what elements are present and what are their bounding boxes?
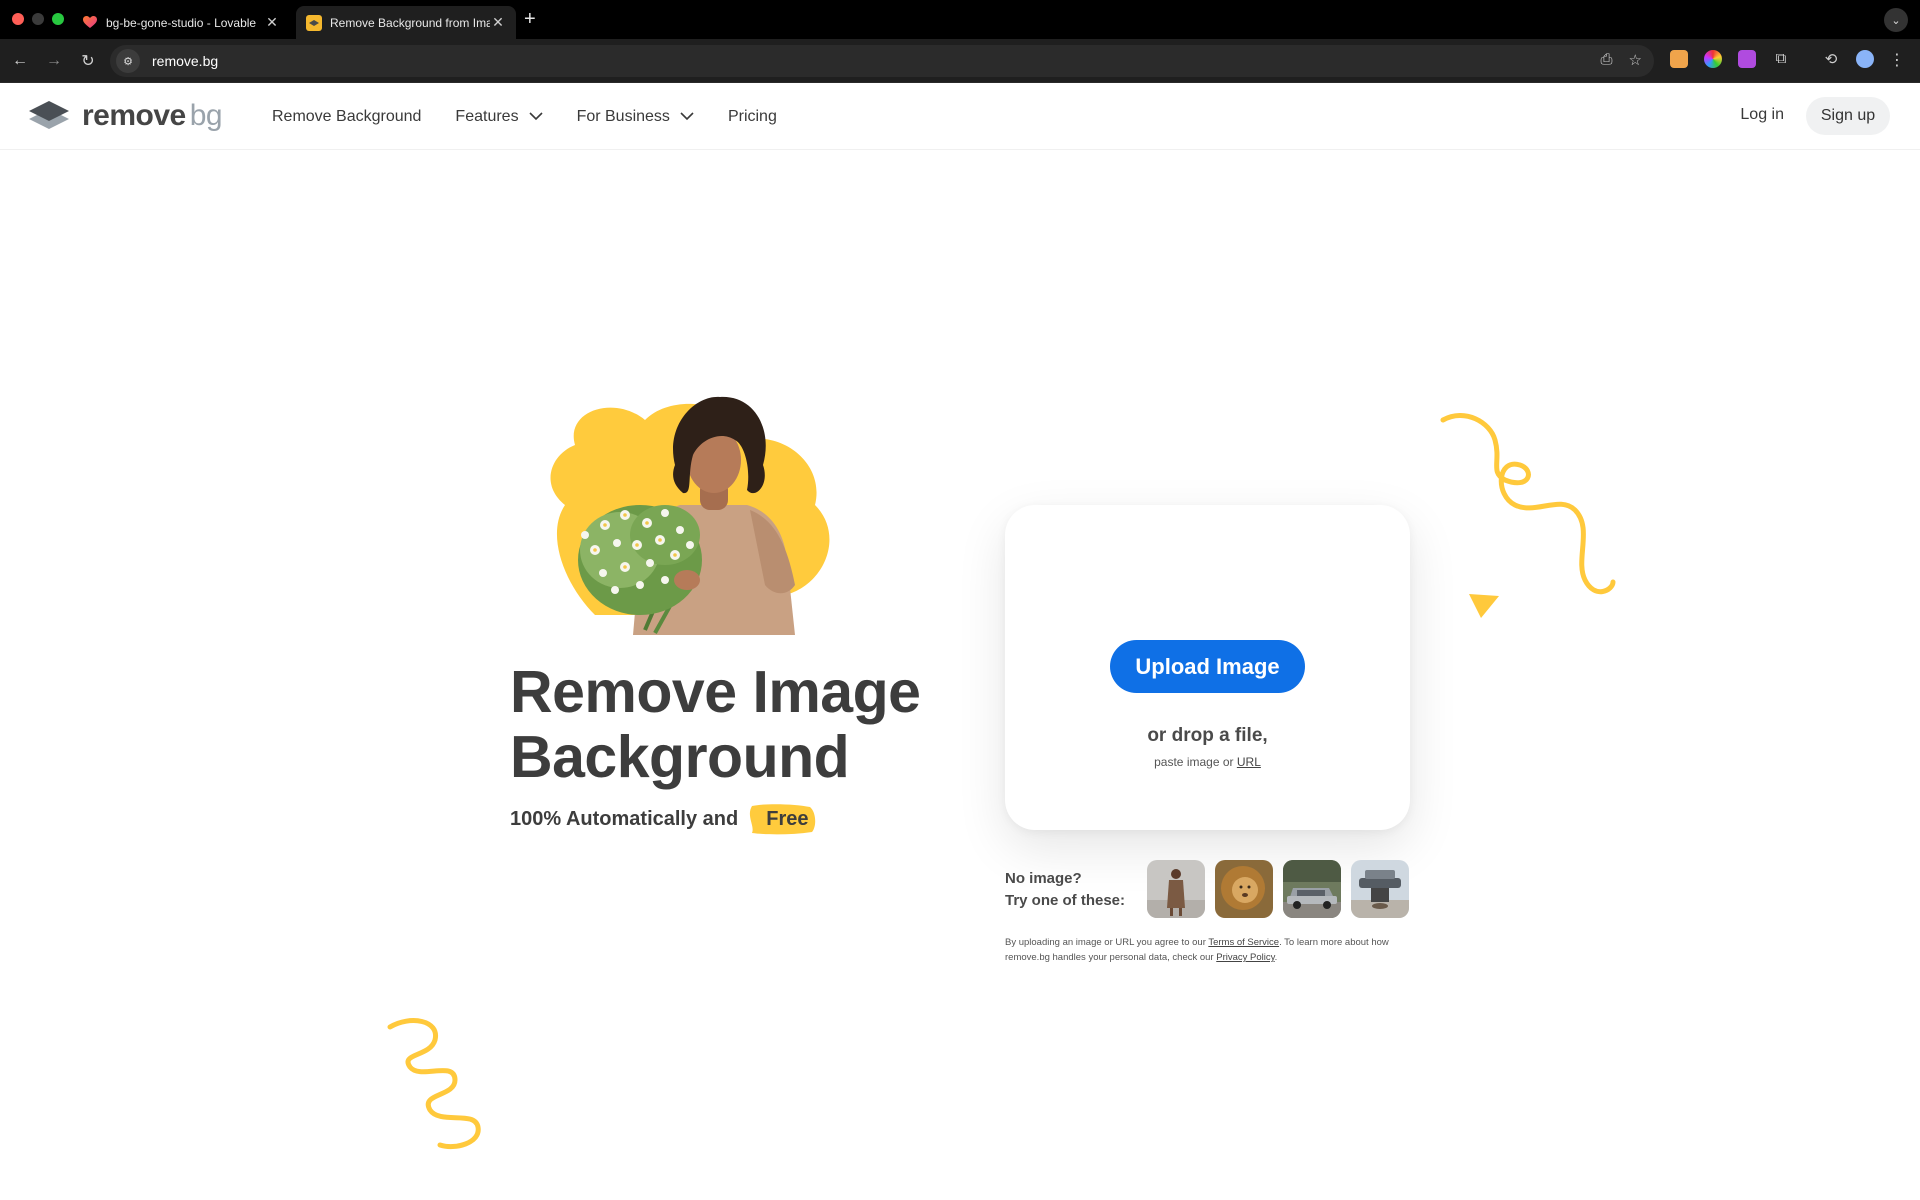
yellow-spiral-decoration-icon: [387, 1018, 481, 1150]
terms-of-service-link[interactable]: Terms of Service: [1208, 937, 1279, 948]
nav-features[interactable]: Features: [455, 108, 543, 126]
lovable-heart-icon: [82, 15, 98, 31]
hero-title-line1: Remove Image: [510, 659, 921, 725]
close-tab-icon[interactable]: ✕: [490, 14, 506, 31]
paste-hint: paste image or URL: [1154, 755, 1261, 769]
address-bar[interactable]: ⚙ remove.bg ⎙ ☆: [110, 45, 1654, 77]
sample-images: No image? Try one of these:: [1005, 860, 1415, 920]
removebg-logo[interactable]: remove bg: [28, 99, 223, 133]
site-settings-icon[interactable]: ⚙: [116, 49, 140, 73]
new-tab-button[interactable]: +: [524, 8, 536, 30]
back-arrow-icon[interactable]: ←: [8, 49, 32, 73]
hero-subtitle: 100% Automatically and Free: [510, 804, 822, 835]
chevron-down-icon: [680, 112, 694, 121]
nav-pricing[interactable]: Pricing: [728, 108, 777, 126]
reload-icon[interactable]: ↻: [76, 49, 100, 73]
hero-woman-with-flowers-image: [550, 396, 830, 635]
samples-label: No image? Try one of these:: [1005, 870, 1126, 909]
close-tab-icon[interactable]: ✕: [264, 14, 280, 31]
maximize-window-button[interactable]: [52, 13, 64, 25]
hero-title: Remove Image Background: [510, 660, 1030, 790]
nav-remove-background[interactable]: Remove Background: [272, 108, 421, 126]
sample-woman-thumbnail[interactable]: [1147, 860, 1205, 918]
logo-text-remove: remove: [82, 99, 186, 132]
logo-text-bg: bg: [189, 99, 223, 132]
upload-image-button[interactable]: Upload Image: [1110, 640, 1305, 693]
minimize-window-button[interactable]: [32, 13, 44, 25]
login-link[interactable]: Log in: [1740, 106, 1784, 124]
close-window-button[interactable]: [12, 13, 24, 25]
reading-list-icon[interactable]: ⟲: [1822, 50, 1840, 68]
extension-purple-icon[interactable]: [1738, 50, 1756, 68]
address-url: remove.bg: [152, 53, 219, 69]
chevron-down-icon: [528, 112, 543, 121]
browser-tab-bar: bg-be-gone-studio - Lovable ✕ Remove Bac…: [0, 0, 1920, 39]
nav-for-business[interactable]: For Business: [577, 108, 694, 126]
tab-title: bg-be-gone-studio - Lovable: [106, 15, 257, 30]
yellow-squiggle-decoration-icon: [1440, 413, 1616, 595]
sample-lion-thumbnail[interactable]: [1215, 860, 1273, 918]
upload-dropzone[interactable]: Upload Image or drop a file, paste image…: [1005, 505, 1410, 830]
browser-toolbar: ← → ↻ ⚙ remove.bg ⎙ ☆ ⧉ ⟲ ⋮: [0, 39, 1920, 83]
sample-car-thumbnail[interactable]: [1283, 860, 1341, 918]
removebg-favicon-icon: [306, 14, 322, 31]
privacy-policy-link[interactable]: Privacy Policy: [1216, 952, 1274, 963]
browser-menu-icon[interactable]: ⋮: [1888, 50, 1906, 69]
extension-color-wheel-icon[interactable]: [1704, 50, 1722, 68]
legal-notice: By uploading an image or URL you agree t…: [1005, 937, 1389, 963]
drop-file-text: or drop a file,: [1147, 725, 1268, 746]
browser-tab-removebg[interactable]: Remove Background from Ima ✕: [296, 6, 516, 39]
install-app-icon[interactable]: ⎙: [1601, 51, 1613, 69]
bookmark-star-icon[interactable]: ☆: [1629, 51, 1642, 69]
tab-search-chevron-icon[interactable]: ⌄: [1884, 8, 1908, 32]
profile-avatar[interactable]: [1856, 50, 1874, 68]
extension-orange-icon[interactable]: [1670, 50, 1688, 68]
sample-coffee-machine-thumbnail[interactable]: [1351, 860, 1409, 918]
hero-title-line2: Background: [510, 724, 850, 790]
site-header: remove bg Remove Background Features For …: [0, 83, 1920, 150]
yellow-triangle-decoration-icon: [1469, 594, 1499, 618]
hero-subtitle-text: 100% Automatically and: [510, 808, 739, 830]
free-highlight: Free: [750, 804, 822, 835]
browser-tab-lovable[interactable]: bg-be-gone-studio - Lovable ✕: [72, 6, 290, 39]
forward-arrow-icon[interactable]: →: [42, 49, 66, 73]
signup-button[interactable]: Sign up: [1806, 97, 1890, 135]
tab-title: Remove Background from Ima: [330, 15, 490, 30]
logo-layers-icon: [29, 101, 69, 129]
url-link[interactable]: URL: [1237, 755, 1261, 769]
extensions-puzzle-icon[interactable]: ⧉: [1772, 50, 1790, 68]
main-nav: Remove Background Features For Business …: [272, 83, 777, 150]
